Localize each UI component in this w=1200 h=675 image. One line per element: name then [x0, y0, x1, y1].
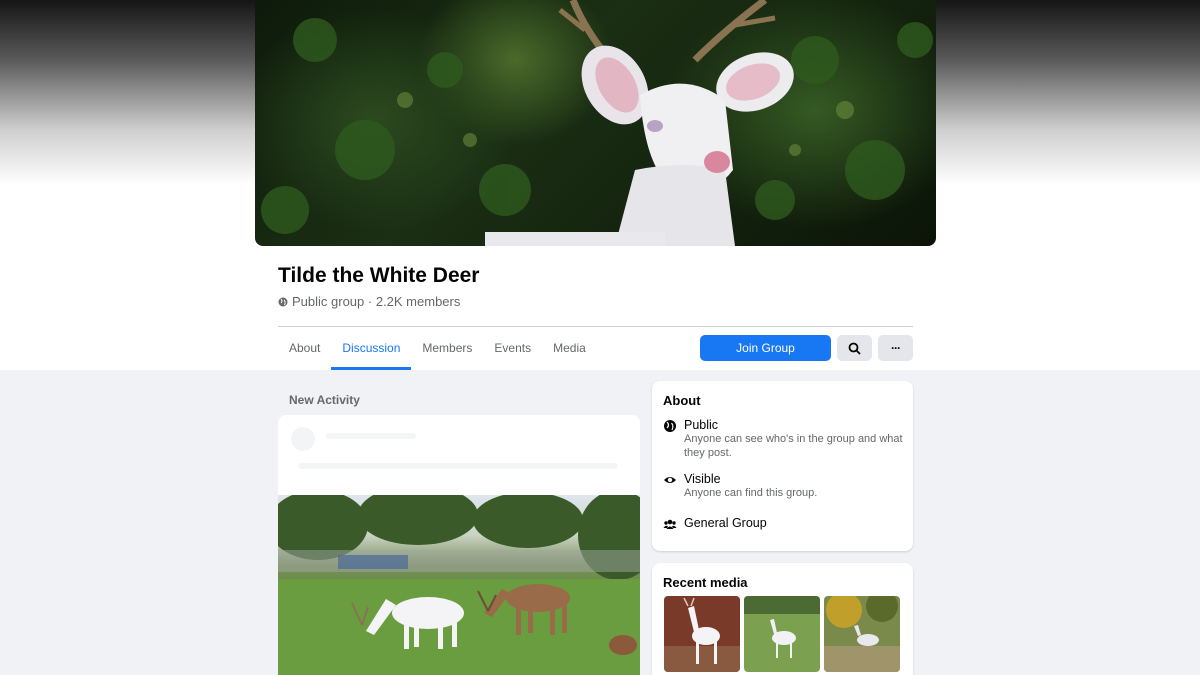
globe-icon	[664, 420, 676, 432]
about-item-public: Public Anyone can see who's in the group…	[663, 418, 906, 460]
media-thumbnail[interactable]	[744, 596, 820, 672]
eye-icon	[664, 477, 676, 483]
about-item-label: Public	[684, 418, 719, 432]
tab-members[interactable]: Members	[411, 330, 483, 370]
feed-section-label: New Activity	[289, 393, 360, 407]
media-thumbnail[interactable]	[664, 596, 740, 672]
group-name[interactable]: Tilde the White Deer	[278, 264, 479, 288]
group-tabs: About Discussion Members Events Media	[278, 330, 597, 370]
recent-media-title: Recent media	[663, 575, 748, 590]
join-group-button[interactable]: Join Group	[700, 335, 831, 361]
avatar[interactable]	[291, 427, 315, 451]
about-item-label: Visible	[684, 472, 721, 486]
about-item-visible: Visible Anyone can find this group.	[663, 472, 906, 500]
about-item-general-group: General Group	[663, 516, 767, 531]
tab-discussion[interactable]: Discussion	[331, 330, 412, 370]
more-options-button[interactable]: ···	[878, 335, 913, 361]
about-card: About Public Anyone can see who's in the…	[652, 381, 913, 551]
about-title: About	[663, 393, 701, 408]
post-author-placeholder	[326, 433, 416, 439]
more-icon: ···	[891, 341, 901, 355]
recent-media-card: Recent media	[652, 563, 913, 675]
globe-icon	[278, 297, 288, 306]
header-divider	[278, 326, 913, 327]
tab-events[interactable]: Events	[483, 330, 542, 370]
group-meta-text: Public group · 2.2K members	[292, 294, 461, 309]
post-image[interactable]	[278, 485, 640, 675]
about-item-description: Anyone can find this group.	[684, 487, 818, 499]
about-item-label: General Group	[684, 516, 767, 530]
tab-about[interactable]: About	[278, 330, 331, 370]
media-thumbnail[interactable]	[824, 596, 900, 672]
people-icon	[663, 519, 677, 529]
group-meta: Public group · 2.2K members	[278, 294, 460, 309]
post-text-placeholder	[298, 463, 618, 469]
about-item-description: Anyone can see who's in the group and wh…	[684, 433, 903, 459]
cover-photo[interactable]	[255, 0, 936, 246]
feed-post[interactable]	[278, 415, 640, 675]
search-icon	[848, 342, 861, 355]
search-button[interactable]	[837, 335, 872, 361]
post-header	[278, 415, 640, 495]
tab-media[interactable]: Media	[542, 330, 597, 370]
